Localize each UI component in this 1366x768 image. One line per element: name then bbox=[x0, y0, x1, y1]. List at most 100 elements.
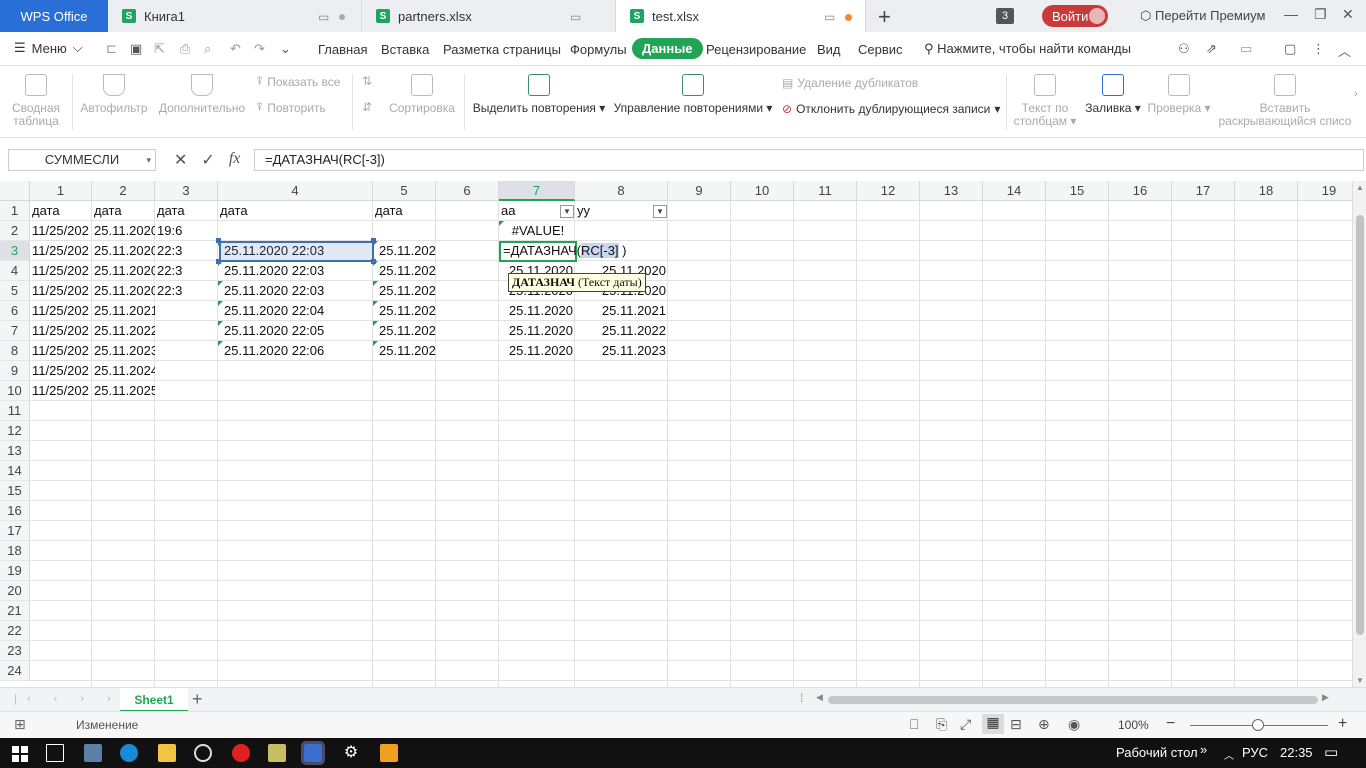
formula-input[interactable]: =ДАТАЗНАЧ(RC[-3]) bbox=[254, 149, 1364, 171]
settings-gear-icon[interactable]: ⚙ bbox=[342, 744, 360, 762]
toolbar-expand-icon[interactable]: » bbox=[1200, 742, 1207, 757]
restore-icon[interactable]: ❐ bbox=[1314, 6, 1327, 23]
preview-icon[interactable]: ⌕ bbox=[204, 41, 218, 56]
column-header[interactable]: 9 bbox=[668, 181, 731, 201]
row-header[interactable]: 16 bbox=[0, 501, 30, 521]
filter-dropdown-icon[interactable]: ▼ bbox=[560, 205, 574, 218]
menu-item-insert[interactable]: Вставка bbox=[381, 42, 429, 57]
row-header[interactable]: 4 bbox=[0, 261, 30, 281]
monitor-icon[interactable]: ▭ bbox=[824, 10, 835, 24]
column-header[interactable]: 1 bbox=[30, 181, 92, 201]
login-button[interactable]: Войти bbox=[1042, 5, 1108, 27]
sheet-nav-arrows[interactable]: |‹ ‹ › ›| bbox=[14, 693, 134, 705]
main-menu-button[interactable]: ☰ Меню ⌵ bbox=[14, 40, 83, 56]
fullscreen-icon[interactable]: ⤢ bbox=[960, 716, 971, 733]
manage-duplicates-button[interactable]: Управление повторениями ▾ bbox=[612, 74, 774, 115]
row-header[interactable]: 2 bbox=[0, 221, 30, 241]
cell[interactable]: 25.11.2020 bbox=[92, 261, 155, 281]
scroll-left-icon[interactable]: ◀ bbox=[816, 692, 823, 703]
cell[interactable]: 11/25/202 bbox=[30, 381, 92, 401]
row-header[interactable]: 23 bbox=[0, 641, 30, 661]
add-sheet-button[interactable]: + bbox=[192, 689, 203, 710]
tray-chevron-icon[interactable]: ︿ bbox=[1224, 747, 1234, 762]
column-header[interactable]: 18 bbox=[1235, 181, 1298, 201]
insert-function-icon[interactable]: fx bbox=[229, 150, 241, 170]
app-icon-orange[interactable] bbox=[380, 744, 398, 762]
cell[interactable]: 25.11.2022 bbox=[575, 321, 668, 341]
cell[interactable]: 25.11.2021 bbox=[575, 301, 668, 321]
tab-kniga1[interactable]: S Книга1 ▭ bbox=[108, 0, 362, 32]
confirm-icon[interactable]: ✓ bbox=[201, 150, 214, 170]
insert-dropdown-list-button[interactable]: Вставить раскрывающийся списо bbox=[1218, 74, 1352, 128]
selection-handle[interactable] bbox=[216, 259, 221, 264]
row-header[interactable]: 8 bbox=[0, 341, 30, 361]
wps-office-tab[interactable]: WPS Office bbox=[0, 0, 108, 32]
tab-status-dot[interactable] bbox=[339, 14, 346, 20]
print-icon[interactable]: ⎙ bbox=[180, 41, 194, 56]
tab-partners[interactable]: S partners.xlsx ▭ bbox=[362, 0, 616, 32]
premium-button[interactable]: ⬡ Перейти Премиум bbox=[1140, 8, 1265, 24]
macro-record-icon[interactable]: ⊞ bbox=[14, 716, 26, 733]
cell[interactable]: дата bbox=[30, 201, 92, 221]
cell-warning-indicator[interactable] bbox=[499, 221, 504, 226]
column-header[interactable]: 13 bbox=[920, 181, 983, 201]
row-header[interactable]: 3 bbox=[0, 241, 30, 261]
zoom-out-icon[interactable]: − bbox=[1166, 715, 1175, 733]
tab-test[interactable]: S test.xlsx ▭ bbox=[616, 0, 866, 32]
column-header[interactable]: 12 bbox=[857, 181, 920, 201]
row-header[interactable]: 6 bbox=[0, 301, 30, 321]
sort-asc-icon[interactable]: ⇅ bbox=[362, 74, 372, 88]
row-header[interactable]: 1 bbox=[0, 201, 30, 221]
row-header[interactable]: 14 bbox=[0, 461, 30, 481]
column-header[interactable]: 17 bbox=[1172, 181, 1235, 201]
scroll-up-icon[interactable]: ▲ bbox=[1356, 183, 1364, 192]
row-header[interactable]: 9 bbox=[0, 361, 30, 381]
windows-start-icon[interactable] bbox=[12, 746, 28, 762]
row-header[interactable]: 19 bbox=[0, 561, 30, 581]
cell-warning-indicator[interactable] bbox=[218, 321, 223, 326]
cell[interactable]: 25.11.2023 bbox=[92, 341, 155, 361]
cell[interactable]: 25.11.2020 bbox=[373, 281, 436, 301]
pivot-table-button[interactable]: Сводная таблица bbox=[8, 74, 64, 128]
row-header[interactable]: 24 bbox=[0, 661, 30, 681]
cell-warning-indicator[interactable] bbox=[218, 281, 223, 286]
fill-button[interactable]: Заливка ▾ bbox=[1084, 74, 1142, 115]
horizontal-scrollbar[interactable]: ⁞ ◀ ▶ bbox=[800, 691, 1332, 706]
cell[interactable]: дата bbox=[373, 201, 436, 221]
ribbon-scroll-right-icon[interactable]: › bbox=[1354, 88, 1358, 100]
cell[interactable]: 25.11.2020 bbox=[92, 281, 155, 301]
row-header[interactable]: 13 bbox=[0, 441, 30, 461]
comment-icon[interactable]: ▭ bbox=[1240, 41, 1254, 56]
menu-item-view[interactable]: Вид bbox=[817, 42, 841, 57]
row-header[interactable]: 12 bbox=[0, 421, 30, 441]
reading-mode-icon[interactable]: ⎕ bbox=[910, 716, 918, 733]
cell[interactable]: 25.11.2022 bbox=[92, 321, 155, 341]
cell[interactable]: 25.11.2022 bbox=[373, 321, 436, 341]
remove-duplicates-button[interactable]: ▤ Удаление дубликатов bbox=[782, 76, 918, 90]
undo-icon[interactable]: ↶ bbox=[230, 41, 244, 56]
cell[interactable]: дата bbox=[218, 201, 373, 221]
cancel-icon[interactable]: ✕ bbox=[174, 150, 187, 170]
cell[interactable]: 25.11.2023 bbox=[373, 341, 436, 361]
cell[interactable]: 25.11.2020 22:03 bbox=[218, 281, 373, 301]
cell[interactable]: 25.11.2020 22:05 bbox=[218, 321, 373, 341]
app-icon-network[interactable] bbox=[194, 744, 212, 762]
cell[interactable]: 11/25/202 bbox=[30, 221, 92, 241]
menu-item-page-layout[interactable]: Разметка страницы bbox=[443, 42, 561, 57]
advanced-filter-button[interactable]: Дополнительно bbox=[156, 74, 248, 115]
menu-item-review[interactable]: Рецензирование bbox=[706, 42, 806, 57]
menu-item-home[interactable]: Главная bbox=[318, 42, 367, 57]
command-search[interactable]: ⚲ Нажмите, чтобы найти команды bbox=[924, 41, 1131, 57]
save-icon[interactable]: ▣ bbox=[130, 41, 144, 56]
spreadsheet-grid[interactable]: 1 2 3 4 5 6 7 8 9 10 11 12 13 14 15 16 17 18 19 1234567891… bbox=[0, 181, 1352, 687]
share-icon[interactable]: ⇗ bbox=[1206, 41, 1220, 56]
sheet-tab-sheet1[interactable]: Sheet1 bbox=[120, 688, 188, 712]
export-pdf-icon[interactable]: ⎘ bbox=[936, 716, 947, 733]
cell[interactable]: 25.11.2020 bbox=[499, 301, 575, 321]
cell-editor[interactable]: =ДАТАЗНАЧ(RC[-3] ) bbox=[501, 241, 641, 261]
row-header[interactable]: 21 bbox=[0, 601, 30, 621]
column-header[interactable]: 19 bbox=[1298, 181, 1352, 201]
open-icon[interactable]: ⊏ bbox=[106, 41, 120, 56]
wps-writer-icon[interactable] bbox=[301, 741, 325, 765]
cell[interactable]: 11/25/202 bbox=[30, 261, 92, 281]
